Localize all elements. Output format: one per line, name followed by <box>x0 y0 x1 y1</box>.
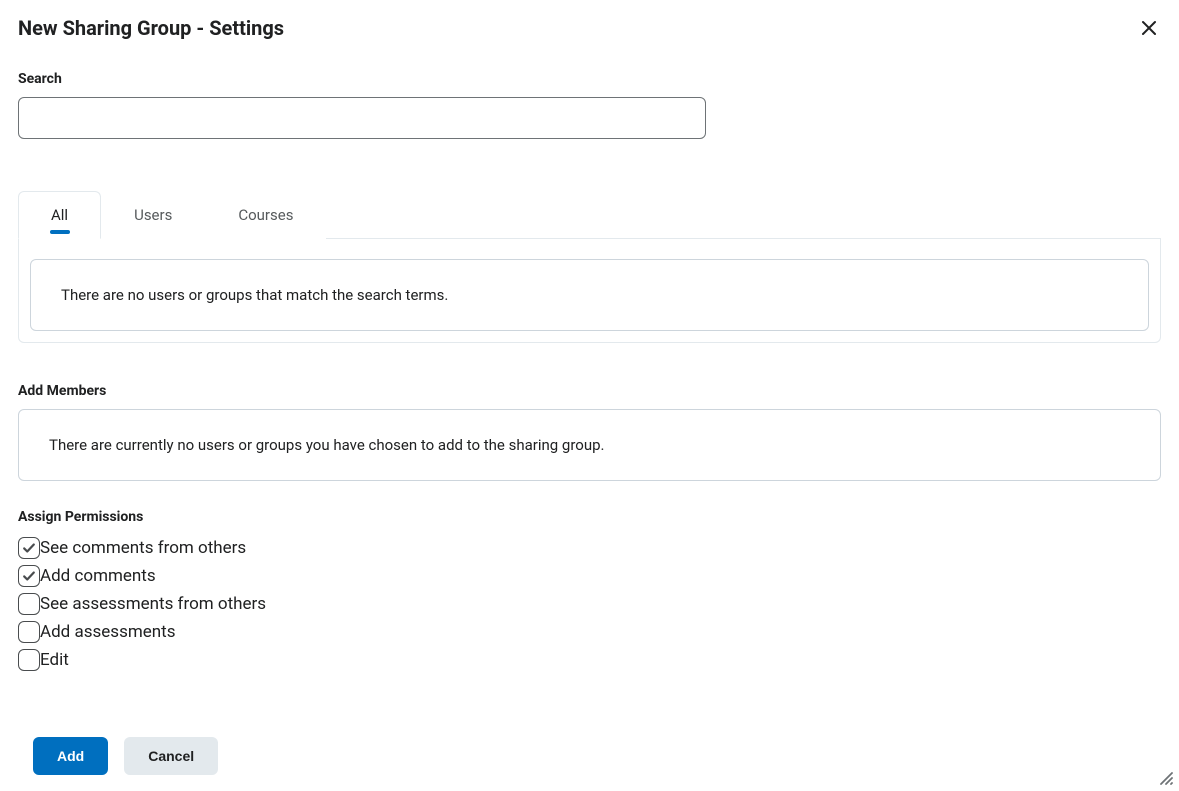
add-members-label: Add Members <box>18 383 1161 399</box>
add-members-empty: There are currently no users or groups y… <box>18 409 1161 481</box>
permission-label[interactable]: Add comments <box>40 566 156 586</box>
permission-row-add-comments: Add comments <box>18 565 1161 587</box>
checkbox-see-comments[interactable] <box>18 537 40 559</box>
permission-row-add-assessments: Add assessments <box>18 621 1161 643</box>
permission-label[interactable]: Edit <box>40 650 69 670</box>
search-input[interactable] <box>18 97 706 139</box>
footer: Add Cancel <box>0 719 236 791</box>
permission-label[interactable]: See comments from others <box>40 538 246 558</box>
dialog-title: New Sharing Group - Settings <box>18 16 284 40</box>
permission-row-edit: Edit <box>18 649 1161 671</box>
checkbox-see-assessments[interactable] <box>18 593 40 615</box>
add-button[interactable]: Add <box>33 737 108 775</box>
assign-permissions-label: Assign Permissions <box>18 509 1161 525</box>
tab-users[interactable]: Users <box>101 191 205 239</box>
permission-row-see-comments: See comments from others <box>18 537 1161 559</box>
permission-label[interactable]: See assessments from others <box>40 594 266 614</box>
close-button[interactable] <box>1137 16 1161 43</box>
tab-all[interactable]: All <box>18 191 101 239</box>
search-results-empty: There are no users or groups that match … <box>30 259 1149 331</box>
checkbox-add-assessments[interactable] <box>18 621 40 643</box>
search-label: Search <box>18 71 1161 87</box>
tabs-bar: All Users Courses <box>18 191 1161 239</box>
close-icon <box>1141 20 1157 39</box>
checkbox-edit[interactable] <box>18 649 40 671</box>
resize-handle-icon[interactable] <box>1157 769 1173 785</box>
permission-label[interactable]: Add assessments <box>40 622 176 642</box>
tab-panel: There are no users or groups that match … <box>18 239 1161 343</box>
permissions-section: Assign Permissions See comments from oth… <box>18 509 1161 671</box>
cancel-button[interactable]: Cancel <box>124 737 218 775</box>
permission-row-see-assessments: See assessments from others <box>18 593 1161 615</box>
tab-courses[interactable]: Courses <box>205 191 326 239</box>
checkbox-add-comments[interactable] <box>18 565 40 587</box>
tabs-container: All Users Courses There are no users or … <box>18 191 1161 343</box>
